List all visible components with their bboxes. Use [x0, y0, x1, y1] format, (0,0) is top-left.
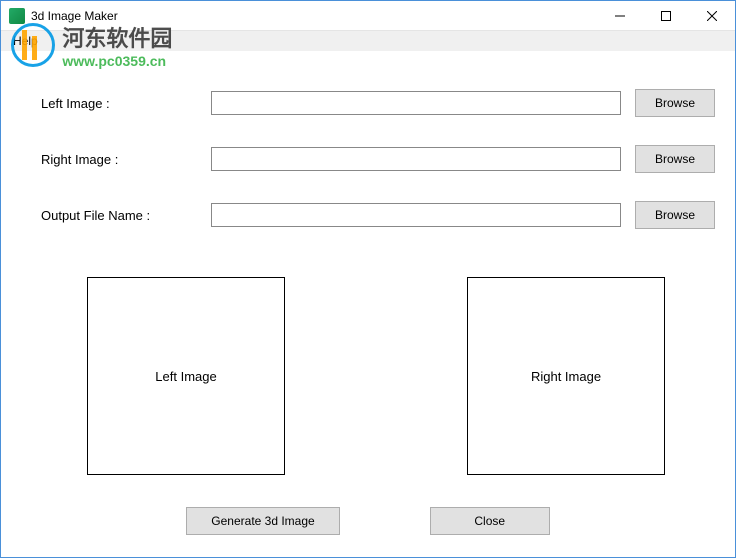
- bottom-button-bar: Generate 3d Image Close: [1, 507, 735, 535]
- right-preview-placeholder: Right Image: [531, 369, 601, 384]
- minimize-button[interactable]: [597, 1, 643, 31]
- output-input[interactable]: [211, 203, 621, 227]
- left-image-row: Left Image : Browse: [41, 89, 715, 117]
- right-image-label: Right Image :: [41, 152, 211, 167]
- right-image-row: Right Image : Browse: [41, 145, 715, 173]
- close-button[interactable]: Close: [430, 507, 550, 535]
- output-row: Output File Name : Browse: [41, 201, 715, 229]
- maximize-button[interactable]: [643, 1, 689, 31]
- preview-area: Left Image Right Image: [41, 257, 715, 475]
- right-preview-box: Right Image: [467, 277, 665, 475]
- left-image-label: Left Image :: [41, 96, 211, 111]
- browse-right-button[interactable]: Browse: [635, 145, 715, 173]
- output-label: Output File Name :: [41, 208, 211, 223]
- window-controls: [597, 1, 735, 31]
- left-preview-placeholder: Left Image: [155, 369, 216, 384]
- close-window-button[interactable]: [689, 1, 735, 31]
- generate-button[interactable]: Generate 3d Image: [186, 507, 339, 535]
- browse-left-button[interactable]: Browse: [635, 89, 715, 117]
- left-preview-box: Left Image: [87, 277, 285, 475]
- app-icon: [9, 8, 25, 24]
- menu-help[interactable]: Help: [7, 32, 44, 50]
- window-title: 3d Image Maker: [31, 9, 118, 23]
- menu-bar: Help: [1, 31, 735, 51]
- content-area: Left Image : Browse Right Image : Browse…: [1, 51, 735, 495]
- left-image-input[interactable]: [211, 91, 621, 115]
- right-image-input[interactable]: [211, 147, 621, 171]
- browse-output-button[interactable]: Browse: [635, 201, 715, 229]
- title-bar: 3d Image Maker: [1, 1, 735, 31]
